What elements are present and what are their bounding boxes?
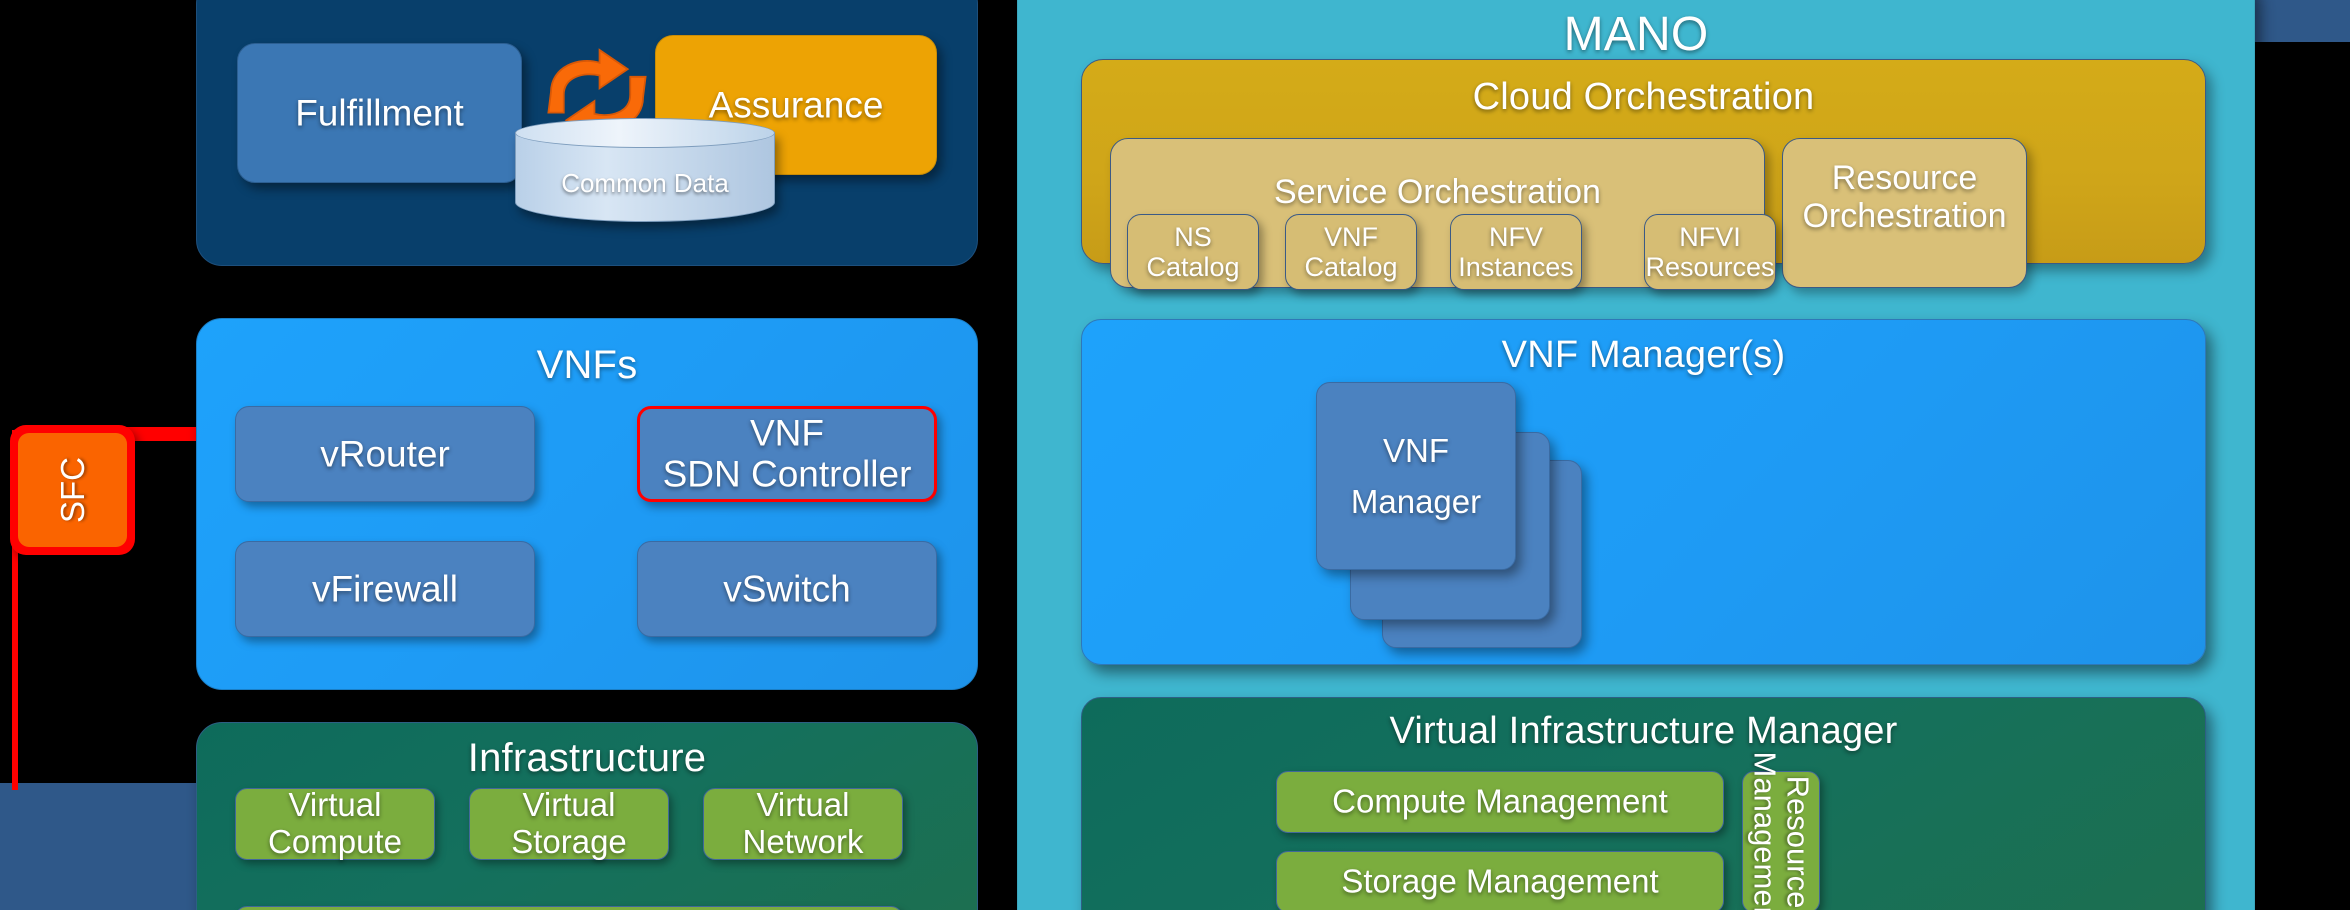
- ns-catalog-label: NS Catalog: [1128, 222, 1258, 282]
- cylinder-top-ellipse: [515, 118, 775, 148]
- virtual-storage-label: Virtual Storage: [470, 786, 668, 861]
- vnf-manager-card-label: VNF Manager: [1317, 425, 1515, 527]
- virtual-compute-line1: Virtual: [288, 786, 382, 824]
- virtual-compute-box[interactable]: Virtual Compute: [235, 786, 435, 861]
- ns-catalog-line1: NS: [1174, 221, 1212, 252]
- vnf-catalog-box[interactable]: VNF Catalog: [1285, 214, 1417, 290]
- nfv-instances-line2: Instances: [1458, 252, 1574, 282]
- nfvi-resources-line1: NFVI: [1679, 221, 1741, 252]
- vnf-catalog-label: VNF Catalog: [1286, 222, 1416, 282]
- vnf-managers-panel: VNF Manager(s) VNF Manager: [1081, 319, 2206, 665]
- vnf-manager-card-front[interactable]: VNF Manager: [1316, 382, 1516, 570]
- nfv-instances-label: NFV Instances: [1451, 222, 1581, 282]
- vnf-sdn-controller-box[interactable]: VNF SDN Controller: [637, 406, 937, 502]
- resource-management-box[interactable]: Resource Management: [1742, 752, 1820, 910]
- backdrop-slab-bottom-left: [0, 783, 196, 910]
- mano-panel: MANO Cloud Orchestration Service Orchest…: [1017, 0, 2255, 910]
- virtual-network-line1: Virtual: [756, 786, 850, 824]
- fulfillment-box[interactable]: Fulfillment: [237, 43, 522, 183]
- sfc-label: SFC: [53, 457, 91, 523]
- compute-management-box[interactable]: Compute Management: [1276, 771, 1724, 833]
- storage-management-box[interactable]: Storage Management: [1276, 851, 1724, 910]
- virtual-storage-line2: Storage: [511, 823, 627, 860]
- resource-management-line1: Resource: [1780, 775, 1816, 909]
- nfvi-resources-box[interactable]: NFVI Resources: [1644, 214, 1776, 290]
- diagram-canvas: Fulfillment Assurance Common Data SFC VN…: [0, 0, 2350, 910]
- oss-bss-panel: Fulfillment Assurance Common Data: [196, 0, 978, 266]
- fulfillment-label: Fulfillment: [295, 92, 464, 134]
- vnfs-panel: VNFs vRouter VNF SDN Controller vFirewal…: [196, 318, 978, 690]
- vim-panel: Virtual Infrastructure Manager Compute M…: [1081, 697, 2206, 910]
- vnf-catalog-line2: Catalog: [1304, 252, 1398, 282]
- common-data-label: Common Data: [561, 168, 729, 198]
- nfvi-resources-line2: Resources: [1645, 252, 1775, 282]
- vnf-sdn-controller-label: VNF SDN Controller: [640, 413, 934, 496]
- virtual-storage-line1: Virtual: [522, 786, 616, 824]
- infrastructure-title: Infrastructure: [467, 736, 707, 780]
- resource-management-label: Resource Management: [1747, 751, 1816, 910]
- vnf-manager-line1: VNF: [1383, 431, 1449, 469]
- resource-management-line2: Management: [1747, 751, 1782, 910]
- vnf-vfirewall-label: vFirewall: [312, 568, 458, 610]
- vim-title: Virtual Infrastructure Manager: [1389, 710, 1898, 752]
- resource-orchestration-label: Resource Orchestration: [1783, 159, 2026, 235]
- resource-orchestration-line2: Orchestration: [1802, 197, 2007, 236]
- service-orchestration-label: Service Orchestration: [1274, 173, 1601, 211]
- virtual-compute-label: Virtual Compute: [236, 786, 434, 861]
- vnf-vrouter-label: vRouter: [320, 433, 450, 475]
- storage-management-label: Storage Management: [1341, 862, 1659, 900]
- nfv-instances-box[interactable]: NFV Instances: [1450, 214, 1582, 290]
- vnf-sdn-controller-line1: VNF: [750, 412, 824, 454]
- vnf-vswitch-label: vSwitch: [723, 568, 851, 610]
- vnf-catalog-line1: VNF: [1324, 221, 1378, 252]
- ns-catalog-line2: Catalog: [1146, 252, 1240, 282]
- sfc-tab[interactable]: SFC: [10, 425, 135, 555]
- nfvi-resources-label: NFVI Resources: [1645, 222, 1775, 282]
- ns-catalog-box[interactable]: NS Catalog: [1127, 214, 1259, 290]
- resource-orchestration-line1: Resource: [1831, 159, 1978, 197]
- vnf-manager-line2: Manager: [1350, 483, 1482, 520]
- virtual-storage-box[interactable]: Virtual Storage: [469, 786, 669, 861]
- vnf-sdn-controller-line2: SDN Controller: [662, 454, 912, 495]
- virtual-network-line2: Network: [742, 823, 864, 860]
- nfv-instances-line1: NFV: [1489, 221, 1543, 252]
- virtualisation-layer-box[interactable]: Virtualisation Layer: [235, 906, 903, 910]
- virtual-compute-line2: Compute: [268, 823, 402, 860]
- vnf-managers-title: VNF Manager(s): [1501, 334, 1786, 376]
- mano-title: MANO: [1563, 8, 1709, 61]
- vnf-vrouter-box[interactable]: vRouter: [235, 406, 535, 502]
- common-data-cylinder[interactable]: Common Data: [515, 118, 775, 224]
- virtual-network-box[interactable]: Virtual Network: [703, 786, 903, 861]
- resource-orchestration-box[interactable]: Resource Orchestration: [1782, 138, 2027, 288]
- vnf-vswitch-box[interactable]: vSwitch: [637, 541, 937, 637]
- cloud-orchestration-panel: Cloud Orchestration Service Orchestratio…: [1081, 59, 2206, 290]
- cloud-orchestration-title: Cloud Orchestration: [1472, 76, 1815, 118]
- compute-management-label: Compute Management: [1332, 782, 1668, 820]
- virtual-network-label: Virtual Network: [704, 786, 902, 861]
- vnf-vfirewall-box[interactable]: vFirewall: [235, 541, 535, 637]
- vnfs-title: VNFs: [536, 343, 638, 387]
- infrastructure-panel: Infrastructure Virtual Compute Virtual S…: [196, 722, 978, 910]
- backdrop-slab-top-right: [2253, 0, 2350, 42]
